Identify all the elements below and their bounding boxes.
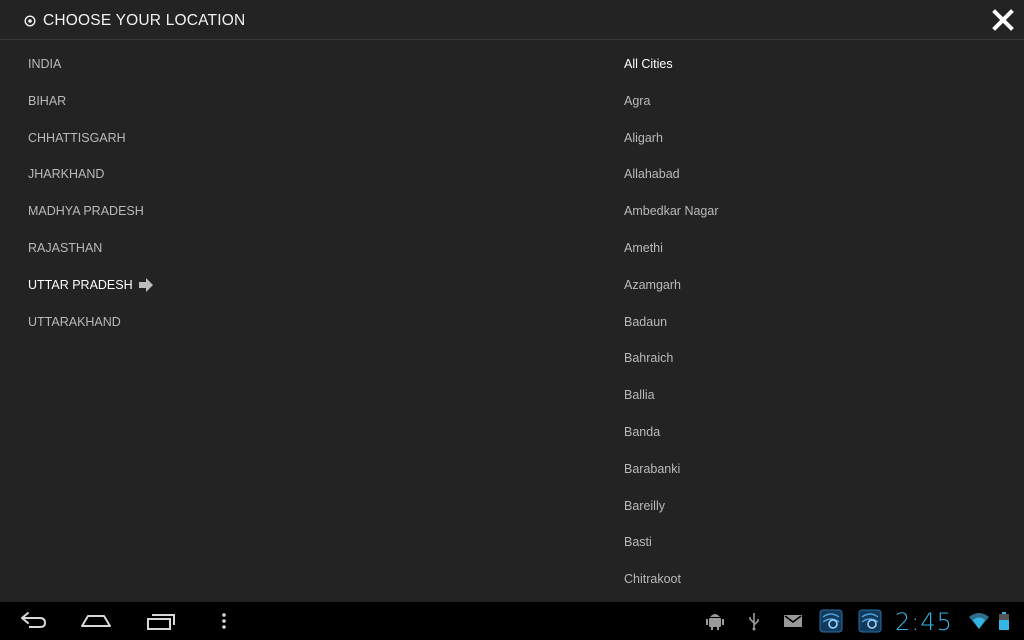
- city-list: All Cities Agra Aligarh Allahabad Ambedkar N…: [624, 46, 1004, 598]
- gmail-icon: [784, 615, 802, 627]
- state-item[interactable]: INDIA: [28, 46, 428, 83]
- state-item-label: UTTARAKHAND: [28, 314, 121, 329]
- arrow-right-icon: [138, 278, 153, 293]
- city-item[interactable]: Aligarh: [624, 120, 1004, 157]
- state-item[interactable]: UTTARAKHAND: [28, 304, 428, 341]
- city-item[interactable]: Banda: [624, 414, 1004, 451]
- battery-icon: [999, 612, 1009, 630]
- city-item[interactable]: Ambedkar Nagar: [624, 193, 1004, 230]
- state-item[interactable]: BIHAR: [28, 83, 428, 120]
- state-item[interactable]: RAJASTHAN: [28, 230, 428, 267]
- app-window: CHOOSE YOUR LOCATION INDIA BIHAR CHHATTISG…: [0, 0, 1024, 602]
- menu-overflow-icon[interactable]: [220, 611, 228, 631]
- state-item-label: UTTAR PRADESH: [28, 277, 133, 292]
- header-bar: CHOOSE YOUR LOCATION: [0, 0, 1024, 40]
- state-list: INDIA BIHAR CHHATTISGARH JHARKHAND MADHYA PR…: [28, 46, 428, 340]
- app-notification-icon: [858, 609, 882, 633]
- city-item[interactable]: Barabanki: [624, 451, 1004, 488]
- city-item[interactable]: Badaun: [624, 304, 1004, 341]
- app-notification-icon: [819, 609, 843, 633]
- state-item-label: RAJASTHAN: [28, 240, 103, 255]
- header-title-group: CHOOSE YOUR LOCATION: [24, 12, 245, 30]
- state-item-label: INDIA: [28, 57, 62, 71]
- system-navigation-bar: 2:45: [0, 602, 1024, 640]
- recent-apps-icon[interactable]: [146, 611, 176, 631]
- usb-icon: [749, 613, 759, 631]
- state-item[interactable]: UTTAR PRADESH: [28, 267, 428, 304]
- state-item[interactable]: CHHATTISGARH: [28, 120, 428, 157]
- city-item[interactable]: Bahraich: [624, 340, 1004, 377]
- state-item-label: MADHYA PRADESH: [28, 204, 144, 219]
- state-item[interactable]: JHARKHAND: [28, 156, 428, 193]
- android-debug-icon: [706, 614, 724, 630]
- state-item-label: BIHAR: [28, 93, 67, 108]
- city-item[interactable]: Basti: [624, 524, 1004, 561]
- city-item[interactable]: Agra: [624, 83, 1004, 120]
- city-item[interactable]: Bareilly: [624, 488, 1004, 525]
- city-item[interactable]: All Cities: [624, 46, 1004, 83]
- home-icon[interactable]: [80, 611, 112, 631]
- city-item[interactable]: Allahabad: [624, 156, 1004, 193]
- state-item-label: CHHATTISGARH: [28, 130, 126, 145]
- back-icon[interactable]: [18, 611, 48, 631]
- state-item-label: JHARKHAND: [28, 167, 105, 182]
- city-item[interactable]: Chitrakoot: [624, 561, 1004, 598]
- city-item[interactable]: Azamgarh: [624, 267, 1004, 304]
- city-item[interactable]: Ballia: [624, 377, 1004, 414]
- city-item[interactable]: Amethi: [624, 230, 1004, 267]
- location-target-icon: [24, 15, 36, 27]
- close-icon[interactable]: [990, 7, 1016, 33]
- state-item[interactable]: MADHYA PRADESH: [28, 193, 428, 230]
- status-clock[interactable]: 2:45: [895, 608, 953, 636]
- wifi-icon: [969, 613, 989, 629]
- page-title: CHOOSE YOUR LOCATION: [43, 12, 246, 29]
